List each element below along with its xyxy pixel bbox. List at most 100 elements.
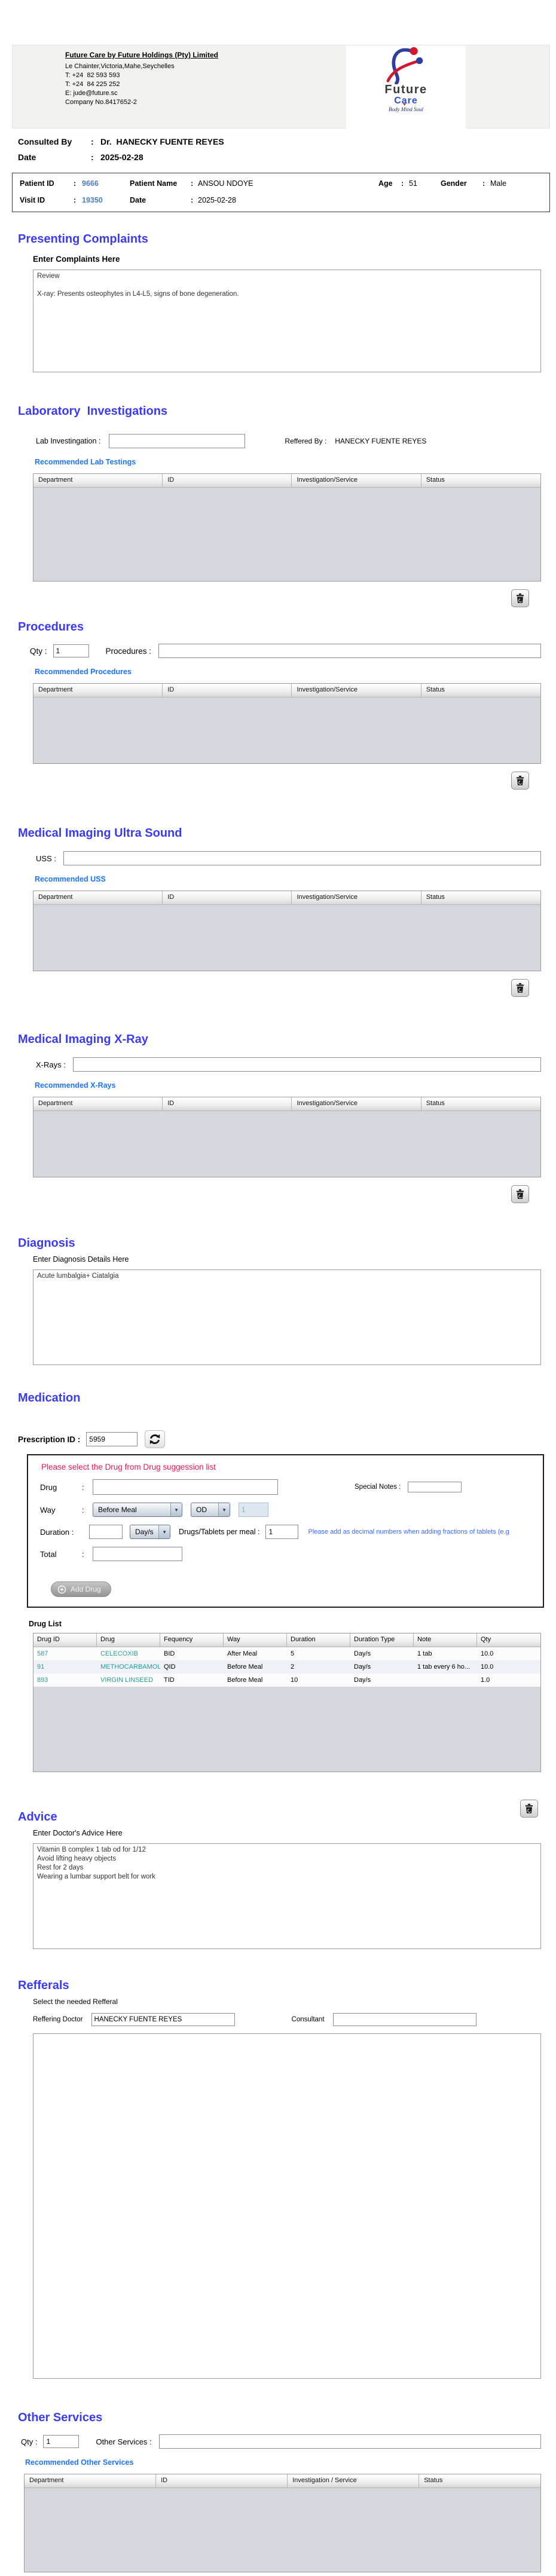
column-header-status[interactable]: Status: [421, 891, 540, 905]
column-header-status[interactable]: Status: [419, 2474, 540, 2488]
column-header-status[interactable]: Status: [421, 474, 540, 488]
column-header-qty[interactable]: Qty: [477, 1633, 540, 1647]
delete-xray-button[interactable]: [511, 1185, 529, 1203]
per-meal-input[interactable]: [265, 1525, 299, 1539]
consulted-by-value: Dr. HANECKY FUENTE REYES: [100, 137, 224, 146]
other-services-label: Other Services :: [96, 2437, 152, 2446]
column-header-id[interactable]: ID: [156, 2474, 288, 2488]
column-header-drug-id[interactable]: Drug ID: [33, 1633, 97, 1647]
label-colon: :: [91, 137, 94, 146]
column-header-id[interactable]: ID: [163, 474, 292, 488]
column-header-note[interactable]: Note: [414, 1633, 477, 1647]
column-header-way[interactable]: Way: [224, 1633, 287, 1647]
column-header-drug[interactable]: Drug: [97, 1633, 160, 1647]
drug-name-cell: CELECOXIB: [100, 1650, 138, 1657]
drug-note-cell: 1 tab: [417, 1650, 432, 1657]
frequency-select[interactable]: OD ▼: [191, 1503, 230, 1517]
other-services-qty-input[interactable]: [43, 2435, 80, 2448]
column-header-duration-type[interactable]: Duration Type: [350, 1633, 414, 1647]
column-header-frequency[interactable]: Fequency: [160, 1633, 224, 1647]
drug-duration-type-cell: Day/s: [354, 1663, 371, 1671]
add-drug-button[interactable]: Add Drug: [51, 1581, 111, 1597]
other-services-input[interactable]: [158, 2434, 541, 2449]
refresh-prescription-button[interactable]: [145, 1430, 166, 1448]
advice-textarea[interactable]: Vitamin B complex 1 tab od for 1/12 Avoi…: [33, 1843, 541, 1949]
procedures-qty-input[interactable]: [53, 644, 89, 657]
duration-unit-select[interactable]: Day/s ▼: [130, 1525, 170, 1539]
column-header-id[interactable]: ID: [163, 684, 292, 697]
referring-doctor-input[interactable]: [91, 2013, 235, 2026]
duration-input[interactable]: [89, 1525, 123, 1539]
column-header-investigation-service[interactable]: Investigation/Service: [292, 684, 421, 697]
diagnosis-textarea[interactable]: Acute lumbalgia+ Ciatalgia: [33, 1269, 541, 1365]
referred-by-value: HANECKY FUENTE REYES: [335, 437, 427, 445]
column-header-department[interactable]: Department: [33, 684, 163, 697]
column-header-status[interactable]: Status: [421, 1097, 540, 1111]
column-header-department[interactable]: Department: [33, 891, 163, 905]
prescription-id-input[interactable]: [86, 1432, 138, 1446]
drug-entry-panel: Please select the Drug from Drug suggess…: [27, 1454, 544, 1608]
drug-input[interactable]: [93, 1479, 278, 1495]
drug-qty-cell: 1.0: [481, 1676, 490, 1684]
xray-table-header: Department ID Investigation/Service Stat…: [33, 1097, 540, 1111]
other-services-table-header: Department ID Investigation / Service St…: [25, 2474, 540, 2488]
column-header-status[interactable]: Status: [421, 684, 540, 697]
section-heading-laboratory-investigations: Laboratory Investigations: [18, 405, 168, 418]
consulted-by-row: Consulted By: Dr. HANECKY FUENTE REYES: [18, 137, 556, 146]
gender-value: Male: [490, 179, 507, 188]
total-row: Total :: [40, 1547, 543, 1561]
consultant-input[interactable]: [332, 2013, 476, 2026]
xray-table-body[interactable]: [33, 1111, 540, 1177]
lab-table-header: Department ID Investigation/Service Stat…: [33, 474, 540, 488]
uss-input[interactable]: [63, 851, 541, 865]
xray-input[interactable]: [72, 1057, 541, 1072]
column-header-department[interactable]: Department: [33, 474, 163, 488]
column-header-investigation-service[interactable]: Investigation/Service: [292, 474, 421, 488]
delete-drug-button[interactable]: [520, 1800, 538, 1818]
chevron-down-icon: ▼: [158, 1525, 170, 1538]
clinic-phone-2: T: +24 84 225 252: [65, 81, 120, 88]
procedures-table-body[interactable]: [33, 697, 540, 763]
drug-row-virgin-linseed[interactable]: 893 VIRGIN LINSEED TID Before Meal 10 Da…: [33, 1674, 540, 1687]
column-header-duration[interactable]: Duration: [287, 1633, 350, 1647]
future-care-logo: Future Care ♥ Body Mind Soul: [346, 45, 466, 129]
drug-row-methocarbamol[interactable]: 91 METHOCARBAMOL QID Before Meal 2 Day/s…: [33, 1660, 540, 1674]
total-input[interactable]: [93, 1547, 182, 1561]
column-header-department[interactable]: Department: [33, 1097, 163, 1111]
complaints-textarea[interactable]: Review X-ray: Presents osteophytes in L4…: [33, 270, 541, 372]
lab-investigation-input[interactable]: [109, 434, 246, 448]
special-notes-input[interactable]: [408, 1482, 462, 1492]
column-header-investigation-service[interactable]: Investigation / Service: [288, 2474, 420, 2488]
drug-table-body[interactable]: [33, 1687, 540, 1772]
column-header-investigation-service[interactable]: Investigation/Service: [292, 1097, 421, 1111]
uss-table-body[interactable]: [33, 905, 540, 971]
referral-list-box[interactable]: [33, 2033, 541, 2379]
drug-row-celecoxib[interactable]: 587 CELECOXIB BID After Meal 5 Day/s 1 t…: [33, 1647, 540, 1660]
section-heading-xray: Medical Imaging X-Ray: [18, 1033, 148, 1046]
procedures-input[interactable]: [158, 644, 541, 658]
drug-way-cell: After Meal: [227, 1650, 258, 1657]
visit-date-value: 2025-02-28: [198, 196, 236, 204]
delete-uss-button[interactable]: [511, 979, 529, 997]
drug-duration-cell: 10: [291, 1676, 298, 1684]
heart-icon: ♥: [403, 102, 407, 107]
column-header-id[interactable]: ID: [163, 1097, 292, 1111]
delete-lab-test-button[interactable]: [511, 589, 529, 607]
visit-id-label: Visit ID: [20, 196, 45, 204]
lab-table-body[interactable]: [33, 488, 540, 581]
procedures-label: Procedures :: [105, 646, 152, 656]
section-heading-presenting-complaints: Presenting Complaints: [18, 232, 148, 246]
drug-duration-type-cell: Day/s: [354, 1650, 371, 1657]
special-notes-label: Special Notes :: [355, 1483, 401, 1491]
other-services-table-body[interactable]: [25, 2488, 540, 2572]
consultation-date-value: 2025-02-28: [100, 152, 143, 162]
column-header-id[interactable]: ID: [163, 891, 292, 905]
drug-qty-cell: 10.0: [481, 1650, 494, 1657]
way-select[interactable]: Before Meal ▼: [93, 1503, 182, 1517]
column-header-investigation-service[interactable]: Investigation/Service: [292, 891, 421, 905]
column-header-department[interactable]: Department: [25, 2474, 157, 2488]
patient-name-value: ANSOU NDOYE: [198, 179, 253, 188]
drug-duration-cell: 5: [291, 1650, 295, 1657]
delete-procedure-button[interactable]: [511, 772, 529, 790]
drug-frequency-cell: QID: [164, 1663, 176, 1671]
